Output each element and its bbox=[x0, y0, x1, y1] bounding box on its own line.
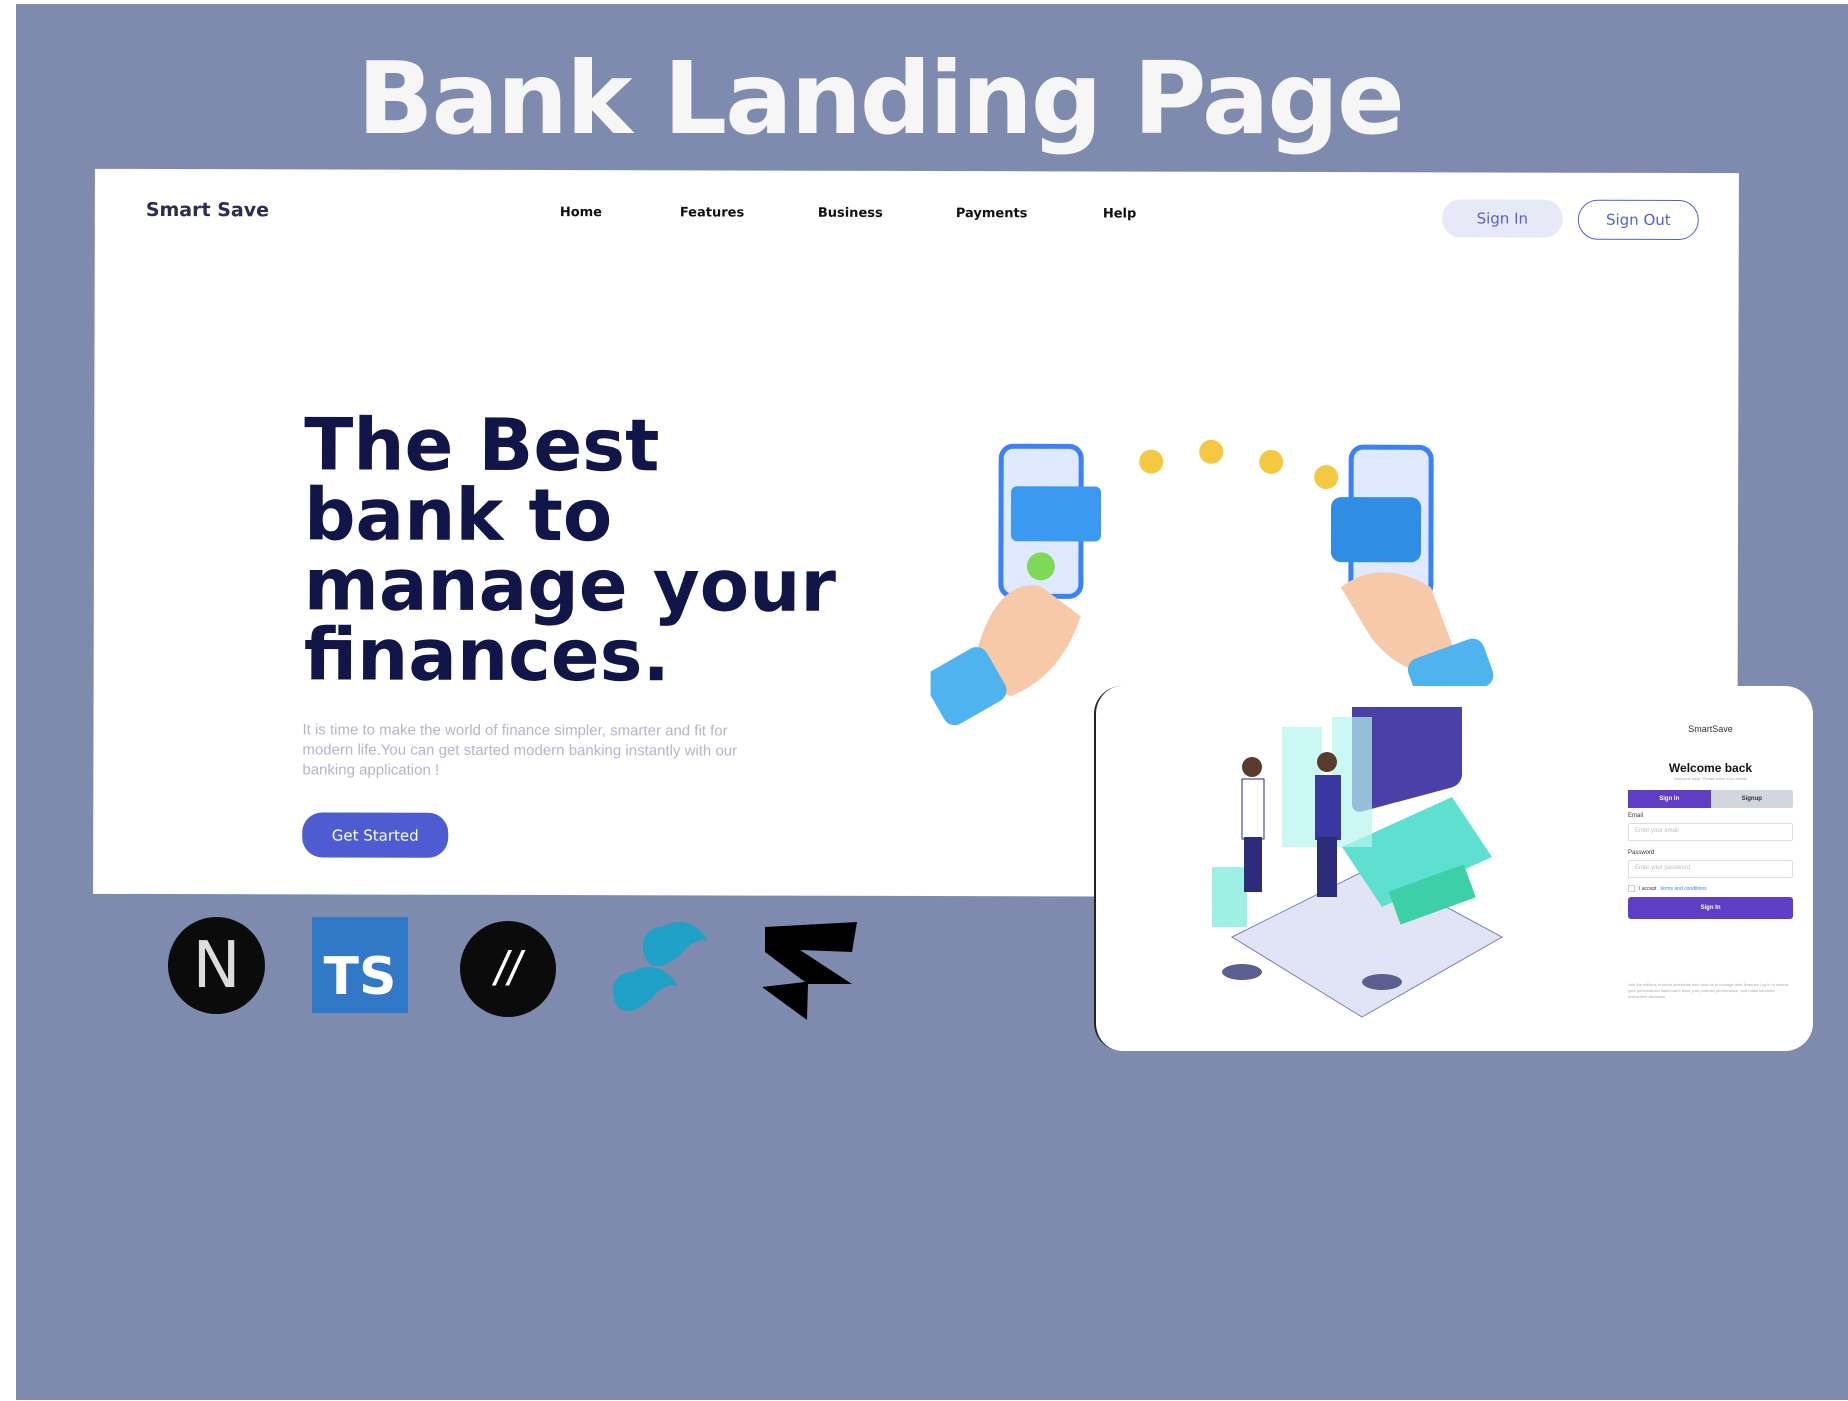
login-subheading: Welcome back. Please enter Your details bbox=[1674, 776, 1747, 781]
login-footer: Join the millions of smart investions wh… bbox=[1628, 982, 1789, 999]
hero-heading: The Best bank to manage your finances. bbox=[303, 402, 865, 698]
nav-features[interactable]: Features bbox=[680, 205, 744, 220]
nav-home[interactable]: Home bbox=[560, 205, 602, 220]
sign-out-button[interactable]: Sign Out bbox=[1577, 199, 1699, 241]
accept-label: I accept bbox=[1639, 885, 1657, 892]
nav-help[interactable]: Help bbox=[1103, 206, 1137, 221]
site-logo[interactable]: Smart Save bbox=[146, 199, 269, 221]
login-brand: SmartSave bbox=[1688, 724, 1733, 734]
business-deal-illustration bbox=[1212, 707, 1504, 1018]
nav-payments[interactable]: Payments bbox=[956, 206, 1028, 221]
login-heading: Welcome back bbox=[1668, 761, 1753, 775]
tailwind-logo-icon bbox=[613, 922, 708, 1012]
email-input[interactable]: Enter your email bbox=[1628, 823, 1793, 841]
tab-signup[interactable]: Signup bbox=[1711, 790, 1794, 808]
password-label: Password bbox=[1628, 850, 1655, 856]
hero-description: It is time to make the world of finance … bbox=[302, 721, 738, 779]
sign-in-button[interactable]: Sign In bbox=[1441, 199, 1563, 238]
page-title: Bank Landing Page bbox=[357, 40, 1405, 157]
hero-line: manage your bbox=[303, 542, 837, 628]
email-label: Email bbox=[1628, 813, 1644, 819]
login-form: SmartSave Welcome back Welcome back. Ple… bbox=[1628, 686, 1793, 1051]
hero-line: finances. bbox=[303, 612, 670, 698]
nav-business[interactable]: Business bbox=[818, 206, 883, 221]
shadcn-logo-icon: // bbox=[460, 921, 556, 1017]
hero-line: The Best bbox=[304, 402, 660, 488]
framer-logo-icon bbox=[762, 922, 857, 1020]
password-input[interactable]: Enter your password bbox=[1628, 860, 1793, 878]
payment-hands-illustration bbox=[930, 439, 1494, 726]
tab-sign-in[interactable]: Sign In bbox=[1628, 790, 1711, 808]
submit-sign-in-button[interactable]: Sign In bbox=[1628, 897, 1793, 919]
typescript-logo-icon: TS bbox=[312, 917, 408, 1013]
login-screen-preview: SmartSave Welcome back Welcome back. Ple… bbox=[1094, 686, 1813, 1051]
terms-checkbox[interactable] bbox=[1628, 885, 1635, 892]
nextjs-logo-icon: N bbox=[168, 917, 265, 1014]
get-started-button[interactable]: Get Started bbox=[302, 812, 449, 858]
hero-line: bank to bbox=[303, 472, 613, 558]
terms-link[interactable]: terms and conditions bbox=[1661, 886, 1707, 892]
